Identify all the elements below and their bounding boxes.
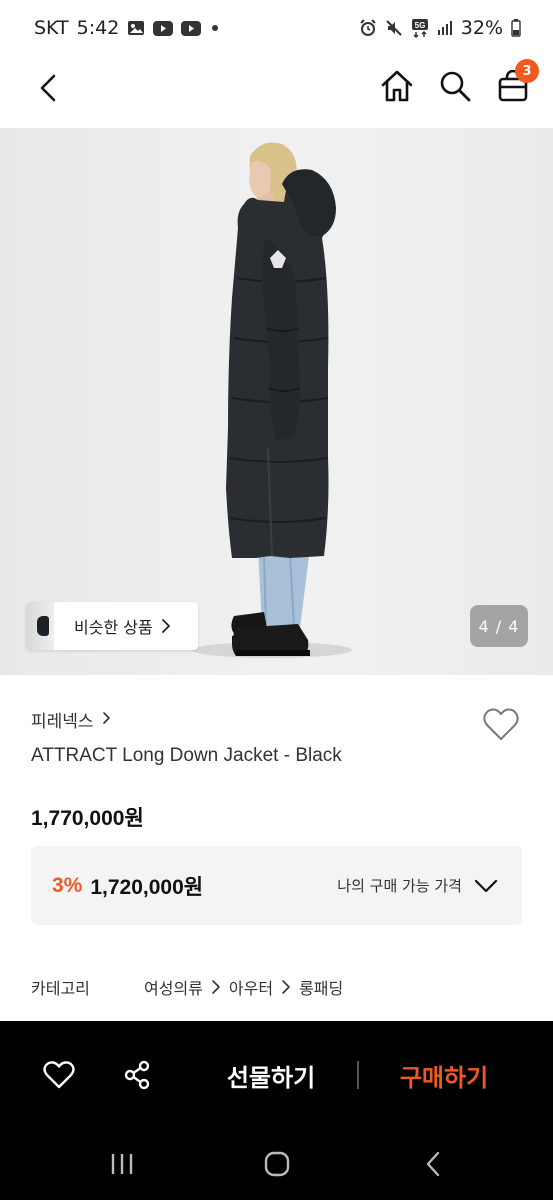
price-value: 1,770,000 [31,807,125,830]
similar-product-thumbnail [26,602,54,650]
cart-button[interactable]: 3 [491,59,539,108]
header-actions: 3 [375,59,539,108]
my-price-value: 1,720,000 [90,875,184,899]
gallery-icon [127,20,145,36]
category-link[interactable]: 여성의류 [144,975,203,999]
alarm-icon [359,19,377,37]
status-time: 5:42 [76,17,120,39]
discount-rate: 3% [52,873,83,897]
price-unit: 원 [124,806,144,830]
chevron-down-icon [474,879,498,893]
back-nav-icon [426,1151,440,1177]
product-price: 1,770,000원 [31,802,144,832]
recents-button[interactable] [92,1142,152,1186]
action-divider [357,1061,359,1089]
5g-icon: 5G [411,18,429,38]
battery-percent: 32% [460,17,503,39]
chevron-right-icon [211,979,221,995]
product-name: ATTRACT Long Down Jacket - Black [31,745,342,766]
chevron-right-icon [281,979,291,995]
product-photo [192,142,352,658]
signal-icon [437,20,453,36]
my-price: 1,720,000원 [90,871,203,901]
category-title: 카테고리 [31,979,90,998]
youtube-icon [181,20,202,36]
bottom-action-bar: 선물하기 구매하기 [0,1021,553,1128]
share-button[interactable] [117,1055,157,1095]
brand-name: 피레넥스 [31,712,94,732]
wishlist-bar-button[interactable] [39,1055,79,1095]
similar-products-button[interactable]: 비슷한 상품 [26,602,198,650]
app-header: 3 [0,56,553,128]
system-nav-bar [0,1128,553,1200]
home-nav-icon [264,1151,290,1177]
status-bar: SKT 5:42 5G 32% [0,0,553,56]
chevron-right-icon [102,710,111,730]
wishlist-button[interactable] [481,705,521,745]
recents-icon [111,1154,133,1174]
home-icon [381,70,413,102]
gift-button[interactable]: 선물하기 [210,1055,332,1095]
search-button[interactable] [433,64,477,108]
image-page-indicator: 4 / 4 [470,605,528,647]
share-icon [124,1060,150,1090]
my-price-label: 나의 구매 가능 가격 [337,877,462,895]
home-button[interactable] [375,64,419,108]
back-nav-button[interactable] [403,1142,463,1186]
category-row: 카테고리 여성의류 아우터 롱패딩 [31,975,343,999]
product-image-gallery[interactable]: 비슷한 상품 4 / 4 [0,128,553,675]
category-link[interactable]: 롱패딩 [299,975,343,999]
brand-link[interactable]: 피레넥스 [31,707,111,732]
heart-icon [483,708,519,740]
status-right: 5G 32% [359,17,521,39]
carrier-label: SKT [34,17,69,39]
back-arrow-icon [40,74,56,102]
category-breadcrumb: 여성의류 아우터 롱패딩 [144,975,343,999]
search-icon [440,71,471,102]
home-nav-button[interactable] [247,1142,307,1186]
chevron-right-icon [161,618,171,634]
my-price-unit: 원 [183,874,204,899]
battery-icon [511,19,521,37]
my-price-panel[interactable]: 3% 1,720,000원 나의 구매 가능 가격 [31,846,522,925]
similar-products-label: 비슷한 상품 [74,618,153,637]
status-left: SKT 5:42 [34,17,221,39]
buy-button[interactable]: 구매하기 [380,1055,508,1095]
back-button[interactable] [26,66,70,110]
category-link[interactable]: 아우터 [229,975,273,999]
dot-icon [209,22,221,34]
cart-count-badge: 3 [515,59,539,83]
mute-icon [385,19,403,37]
youtube-icon [153,20,174,36]
svg-text:5G: 5G [414,21,425,30]
heart-icon [43,1061,75,1089]
